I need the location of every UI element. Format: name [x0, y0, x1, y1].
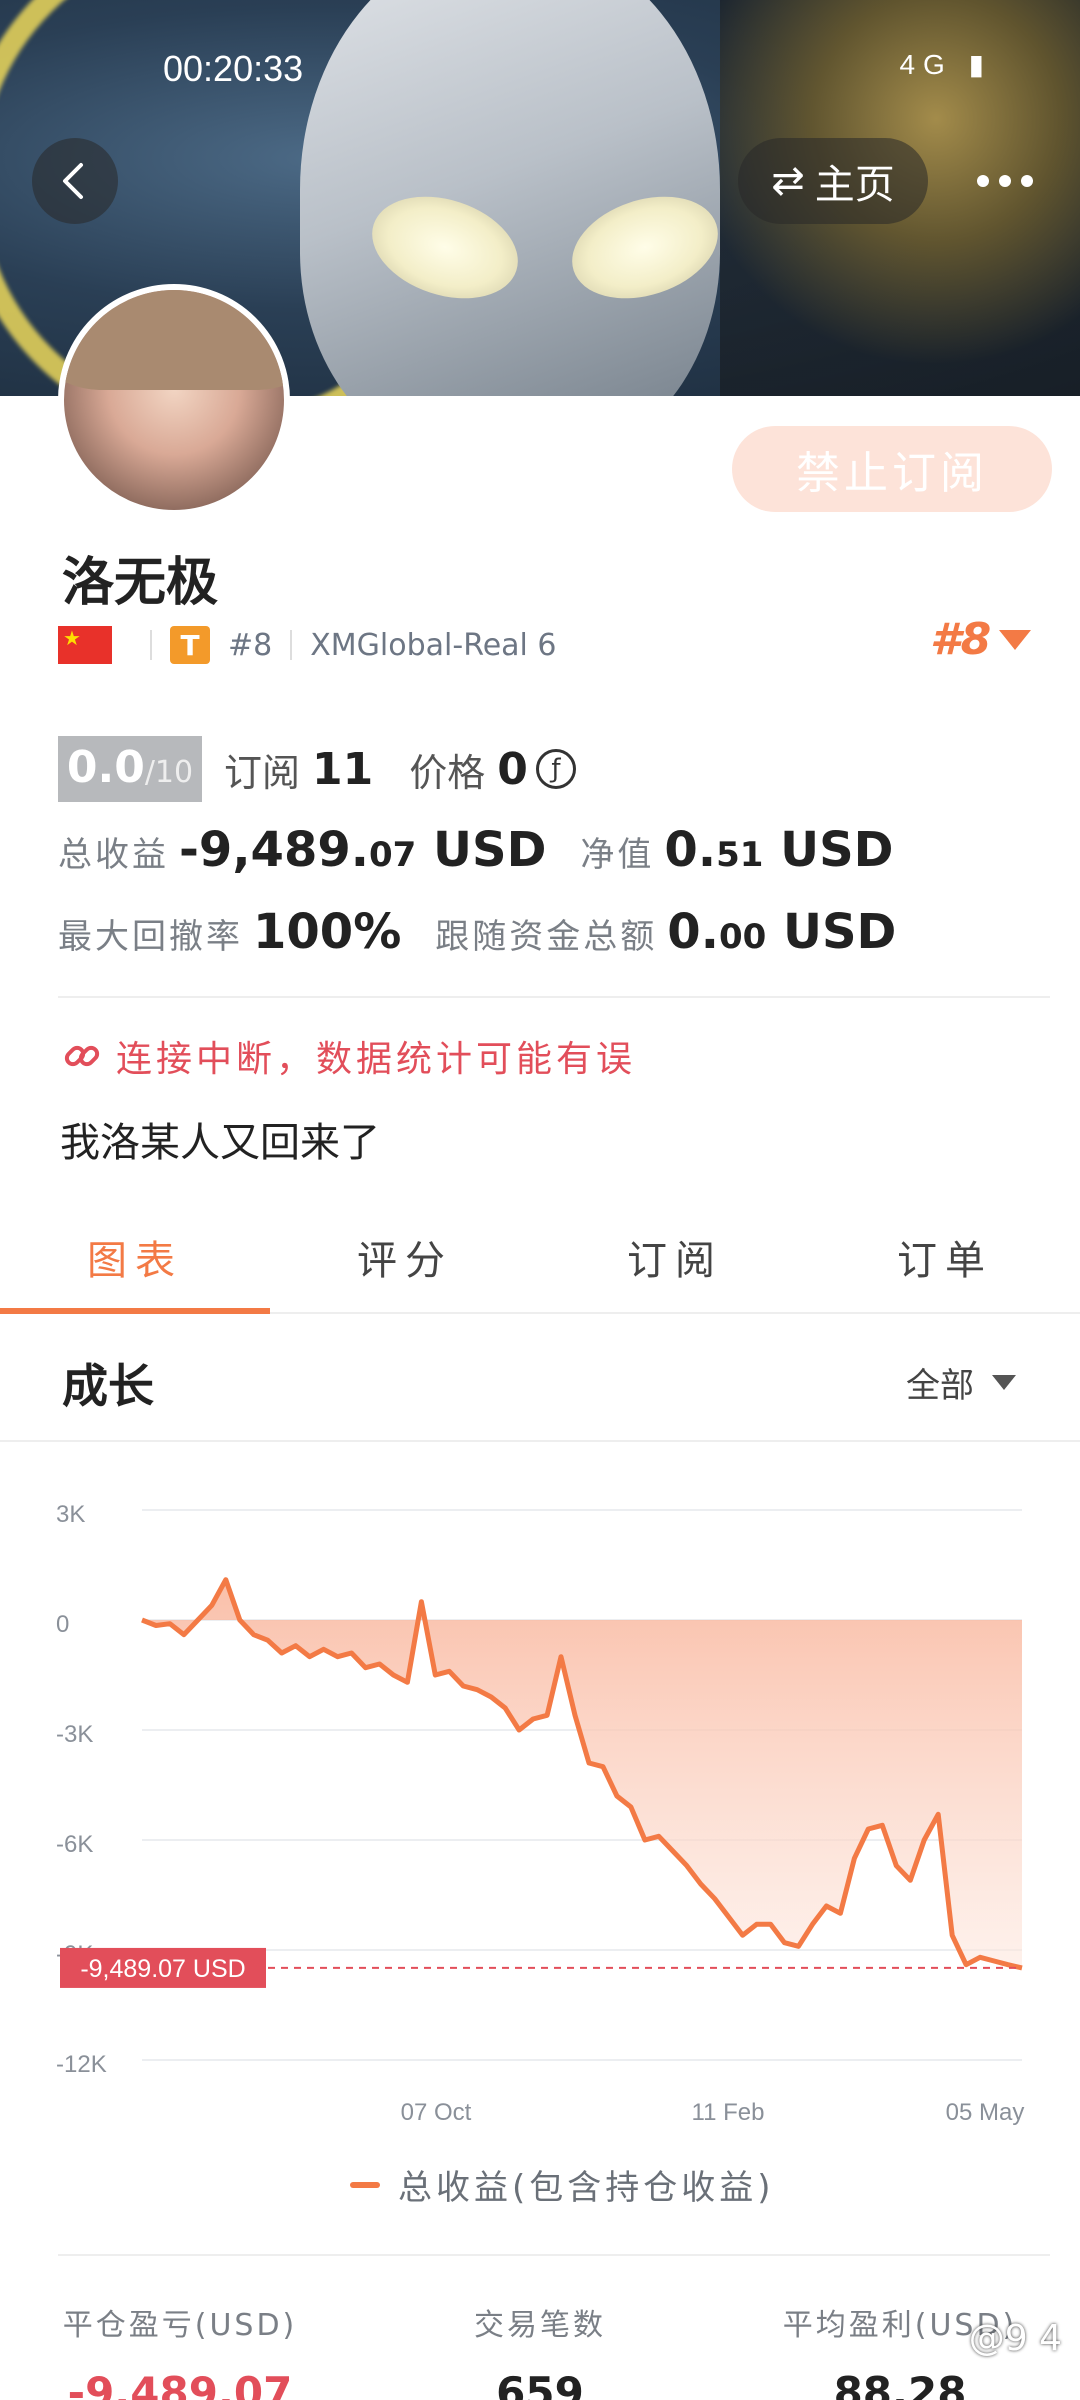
equity-unit: USD [763, 822, 894, 878]
price-value: 0 [497, 743, 528, 795]
swap-icon: ⇄ [771, 158, 805, 204]
trader-meta: T #8 XMGlobal-Real 6 [58, 620, 557, 670]
tab-subscribe[interactable]: 订阅 [540, 1210, 810, 1312]
avatar[interactable] [58, 284, 290, 516]
follow-funds-value: 0.00 USD [667, 904, 896, 960]
y-tick-label: -12K [56, 2051, 107, 2078]
summary-value: 659 [496, 2368, 584, 2400]
back-button[interactable] [32, 138, 118, 224]
rank-dropdown[interactable]: #8 [930, 614, 1032, 665]
tab-rating[interactable]: 评分 [270, 1210, 540, 1312]
growth-chart: 3K0-3K-6K-9K-12K07 Oct11 Feb05 May-9,489… [56, 1501, 1025, 2126]
y-tick-label: -3K [56, 1721, 93, 1748]
trader-motto: 我洛某人又回来了 [60, 1120, 380, 1166]
t-badge-icon: T [170, 626, 210, 664]
summary-value: -9,489.07 [67, 2368, 293, 2400]
home-button-label: 主页 [814, 162, 895, 208]
trader-name: 洛无极 [62, 553, 219, 613]
avatar-hair [64, 290, 284, 390]
current-value-label: -9,489.07 USD [80, 1955, 245, 1983]
y-tick-label: -6K [56, 1831, 93, 1858]
divider [290, 630, 293, 660]
rating-max: /10 [144, 755, 194, 790]
total-profit-label: 总收益 [58, 835, 169, 875]
section-title: 成长 [62, 1359, 154, 1413]
equity-int: 0. [664, 822, 717, 878]
triangle-down-icon [992, 1375, 1016, 1390]
drawdown-value: 100% [253, 904, 402, 960]
trade-summary: 平仓盈亏(USD) -9,489.07 交易笔数 659 平均盈利(USD) 8… [0, 2300, 1080, 2400]
follow-funds-int: 0. [667, 904, 719, 960]
legend-label: 总收益(包含持仓收益) [398, 2168, 775, 2208]
total-profit-value: -9,489.07 USD [179, 822, 546, 878]
watermark: @9 4 [968, 2318, 1062, 2359]
profit-row: 总收益 -9,489.07 USD 净值 0.51 USD [58, 822, 928, 878]
summary-closed-pnl: 平仓盈亏(USD) -9,489.07 [0, 2300, 360, 2400]
tab-chart[interactable]: 图表 [0, 1210, 270, 1314]
china-flag-icon [58, 626, 112, 664]
chevron-left-icon [63, 163, 83, 199]
broker-name: XMGlobal-Real 6 [310, 627, 557, 663]
summary-label: 交易笔数 [474, 2308, 606, 2343]
rating-score: 0.0 /10 [58, 736, 202, 802]
subscribe-count-label: 订阅 [224, 750, 301, 795]
chart-legend: 总收益(包含持仓收益) [350, 2160, 775, 2209]
divider [150, 630, 152, 660]
y-tick-label: 0 [56, 1611, 69, 1638]
total-profit-unit: USD [416, 822, 547, 878]
follow-funds-label: 跟随资金总额 [435, 917, 658, 957]
triangle-down-icon [999, 629, 1032, 650]
follow-funds-unit: USD [766, 904, 897, 960]
status-icons: 4G ▮ [899, 49, 992, 80]
divider [58, 2254, 1050, 2256]
equity-dec: 51 [716, 835, 764, 875]
more-options-button[interactable] [960, 138, 1050, 224]
connection-warning: 连接中断，数据统计可能有误 [62, 1030, 636, 1082]
summary-label: 平仓盈亏(USD) [62, 2308, 298, 2343]
subscribe-count: 11 [312, 743, 374, 795]
summary-value: 88.28 [833, 2368, 967, 2400]
follow-funds-dec: 00 [718, 917, 767, 957]
score-row: 0.0 /10 订阅 11 价格 0 ƒ [58, 736, 576, 802]
status-time: 00:20:33 [163, 48, 304, 89]
broken-link-icon [64, 1045, 100, 1067]
summary-trade-count: 交易笔数 659 [360, 2300, 720, 2400]
dot-icon [1021, 175, 1033, 187]
x-tick-label: 11 Feb [692, 2099, 765, 2126]
signal-icon: 4G [899, 49, 953, 80]
connection-warning-text: 连接中断，数据统计可能有误 [116, 1039, 637, 1080]
equity-value: 0.51 USD [664, 822, 893, 878]
divider [58, 996, 1050, 998]
coin-icon: ƒ [535, 749, 576, 789]
dot-icon [999, 175, 1011, 187]
legend-swatch [350, 2181, 380, 2188]
range-filter-label: 全部 [906, 1366, 974, 1406]
growth-section-header: 成长 全部 [0, 1316, 1080, 1442]
y-tick-label: 3K [56, 1501, 85, 1528]
home-button[interactable]: ⇄ 主页 [738, 138, 928, 224]
series-area [142, 1579, 1022, 1968]
equity-label: 净值 [580, 835, 655, 875]
total-profit-int: -9,489. [179, 822, 369, 878]
tab-orders[interactable]: 订单 [810, 1210, 1080, 1312]
dot-icon [977, 175, 989, 187]
rank-badge: #8 [228, 627, 273, 663]
x-tick-label: 05 May [946, 2099, 1025, 2126]
rank-dropdown-label: #8 [930, 614, 992, 665]
drawdown-row: 最大回撤率 100% 跟随资金总额 0.00 USD [58, 904, 930, 960]
x-tick-label: 07 Oct [401, 2099, 472, 2126]
rating-value: 0.0 [66, 742, 145, 793]
range-filter-dropdown[interactable]: 全部 [906, 1358, 1016, 1407]
total-profit-dec: 07 [368, 835, 417, 875]
drawdown-label: 最大回撤率 [58, 917, 243, 957]
price-label: 价格 [409, 750, 486, 795]
tab-bar: 图表 评分 订阅 订单 [0, 1210, 1080, 1314]
subscribe-disabled-button[interactable]: 禁止订阅 [732, 426, 1052, 512]
